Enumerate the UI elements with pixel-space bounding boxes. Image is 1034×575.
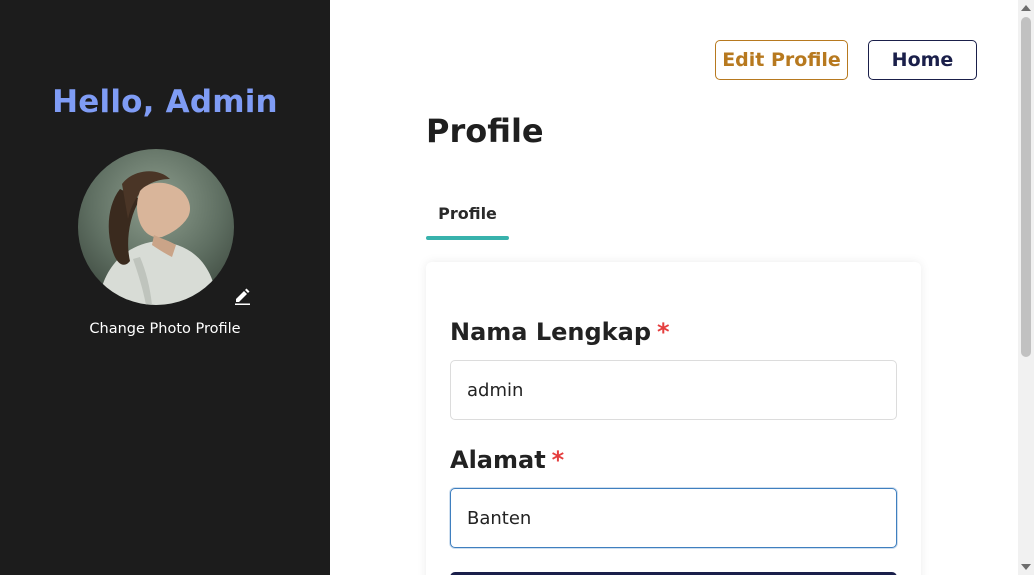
tab-profile[interactable]: Profile [426,204,509,240]
scroll-thumb[interactable] [1021,17,1031,357]
active-tab-indicator [426,236,509,240]
home-button[interactable]: Home [868,40,977,80]
required-mark: * [657,318,670,346]
profile-form-card: Nama Lengkap* Alamat* [426,262,921,575]
required-mark: * [551,446,565,474]
nama-lengkap-input[interactable] [450,360,897,420]
field-label-alamat: Alamat * [450,446,564,474]
pencil-icon[interactable] [232,286,252,306]
sidebar: Hello, Admin Change Photo Profile [0,0,330,575]
scroll-up-arrow-icon[interactable] [1021,5,1031,11]
field-label-nama-lengkap: Nama Lengkap * [450,318,670,346]
alamat-input[interactable] [450,488,897,548]
change-photo-label[interactable]: Change Photo Profile [0,321,330,337]
alamat-label-text: Alamat [450,446,546,474]
tab-profile-label: Profile [438,204,497,223]
vertical-scrollbar[interactable] [1018,0,1034,575]
edit-profile-button[interactable]: Edit Profile [715,40,848,80]
nama-lengkap-label-text: Nama Lengkap [450,318,652,346]
main-content: Edit Profile Home Profile Profile Nama L… [330,0,1018,575]
avatar [78,149,234,305]
scroll-down-arrow-icon[interactable] [1021,564,1031,570]
greeting-heading: Hello, Admin [52,84,278,120]
page-title: Profile [426,112,544,150]
